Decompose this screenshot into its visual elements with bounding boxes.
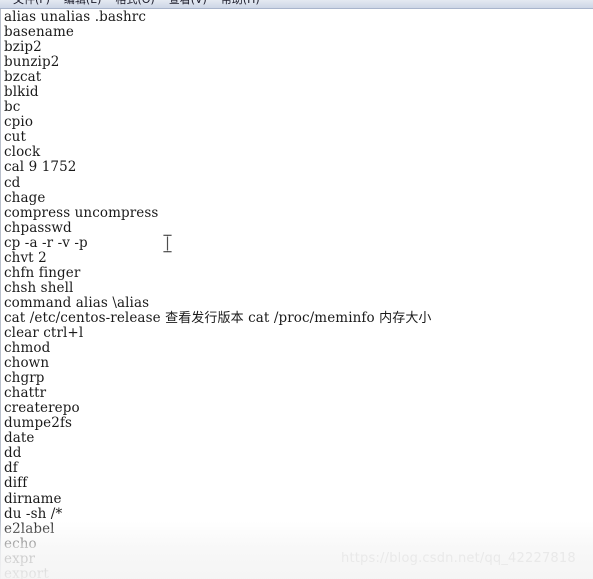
text-line: export [4, 565, 49, 579]
text-content[interactable]: alias unalias .bashrc basename bzip2 bunzip… [4, 9, 593, 579]
text-line: clock [4, 144, 41, 161]
text-line: basename [4, 24, 74, 41]
text-editor-area[interactable]: alias unalias .bashrc basename bzip2 bunzip… [0, 9, 593, 579]
text-line: clear ctrl+l [4, 324, 84, 341]
menu-item-format[interactable]: 格式(O) [108, 0, 161, 9]
menu-item-view[interactable]: 查看(V) [162, 0, 214, 9]
text-line: date [4, 430, 35, 447]
text-line: e2label [4, 520, 55, 537]
text-line: bzip2 [4, 39, 42, 56]
text-line: alias unalias .bashrc [4, 9, 147, 25]
text-line: blkid [4, 84, 39, 101]
text-line: createrepo [4, 400, 80, 417]
text-line: cp -a -r -v -p [4, 234, 88, 251]
menu-item-file[interactable]: 文件(F) [6, 0, 57, 9]
text-line: chgrp [4, 370, 45, 387]
text-line: du -sh /* [4, 505, 63, 522]
menu-bar: 文件(F) 编辑(E) 格式(O) 查看(V) 帮助(H) [0, 0, 593, 9]
text-line: echo [4, 535, 37, 552]
text-line: cut [4, 129, 26, 146]
text-line: chpasswd [4, 219, 72, 236]
text-line: df [4, 460, 18, 477]
text-line: chvt 2 [4, 249, 47, 266]
text-line: command alias \alias [4, 294, 150, 311]
text-line: diff [4, 475, 28, 492]
text-line: chmod [4, 340, 51, 357]
text-line: chsh shell [4, 279, 74, 296]
text-line: cal 9 1752 [4, 159, 77, 176]
text-line: chown [4, 355, 50, 372]
text-line: bunzip2 [4, 54, 60, 71]
text-line: chattr [4, 385, 47, 402]
text-line: dd [4, 445, 22, 462]
text-line: dirname [4, 490, 62, 507]
text-line: cd [4, 174, 21, 191]
text-line: compress uncompress [4, 204, 159, 221]
menu-item-edit[interactable]: 编辑(E) [57, 0, 109, 9]
text-line: dumpe2fs [4, 415, 73, 432]
text-line: chfn finger [4, 264, 81, 281]
text-line: bc [4, 99, 21, 116]
text-line: cat /etc/centos-release 查看发行版本 cat /proc… [4, 309, 432, 326]
text-line: chage [4, 189, 46, 206]
text-line: cpio [4, 114, 34, 131]
text-line: expr [4, 550, 36, 567]
menu-item-help[interactable]: 帮助(H) [214, 0, 267, 9]
notepad-window: 文件(F) 编辑(E) 格式(O) 查看(V) 帮助(H) alias unal… [0, 0, 593, 579]
text-line: bzcat [4, 69, 42, 86]
